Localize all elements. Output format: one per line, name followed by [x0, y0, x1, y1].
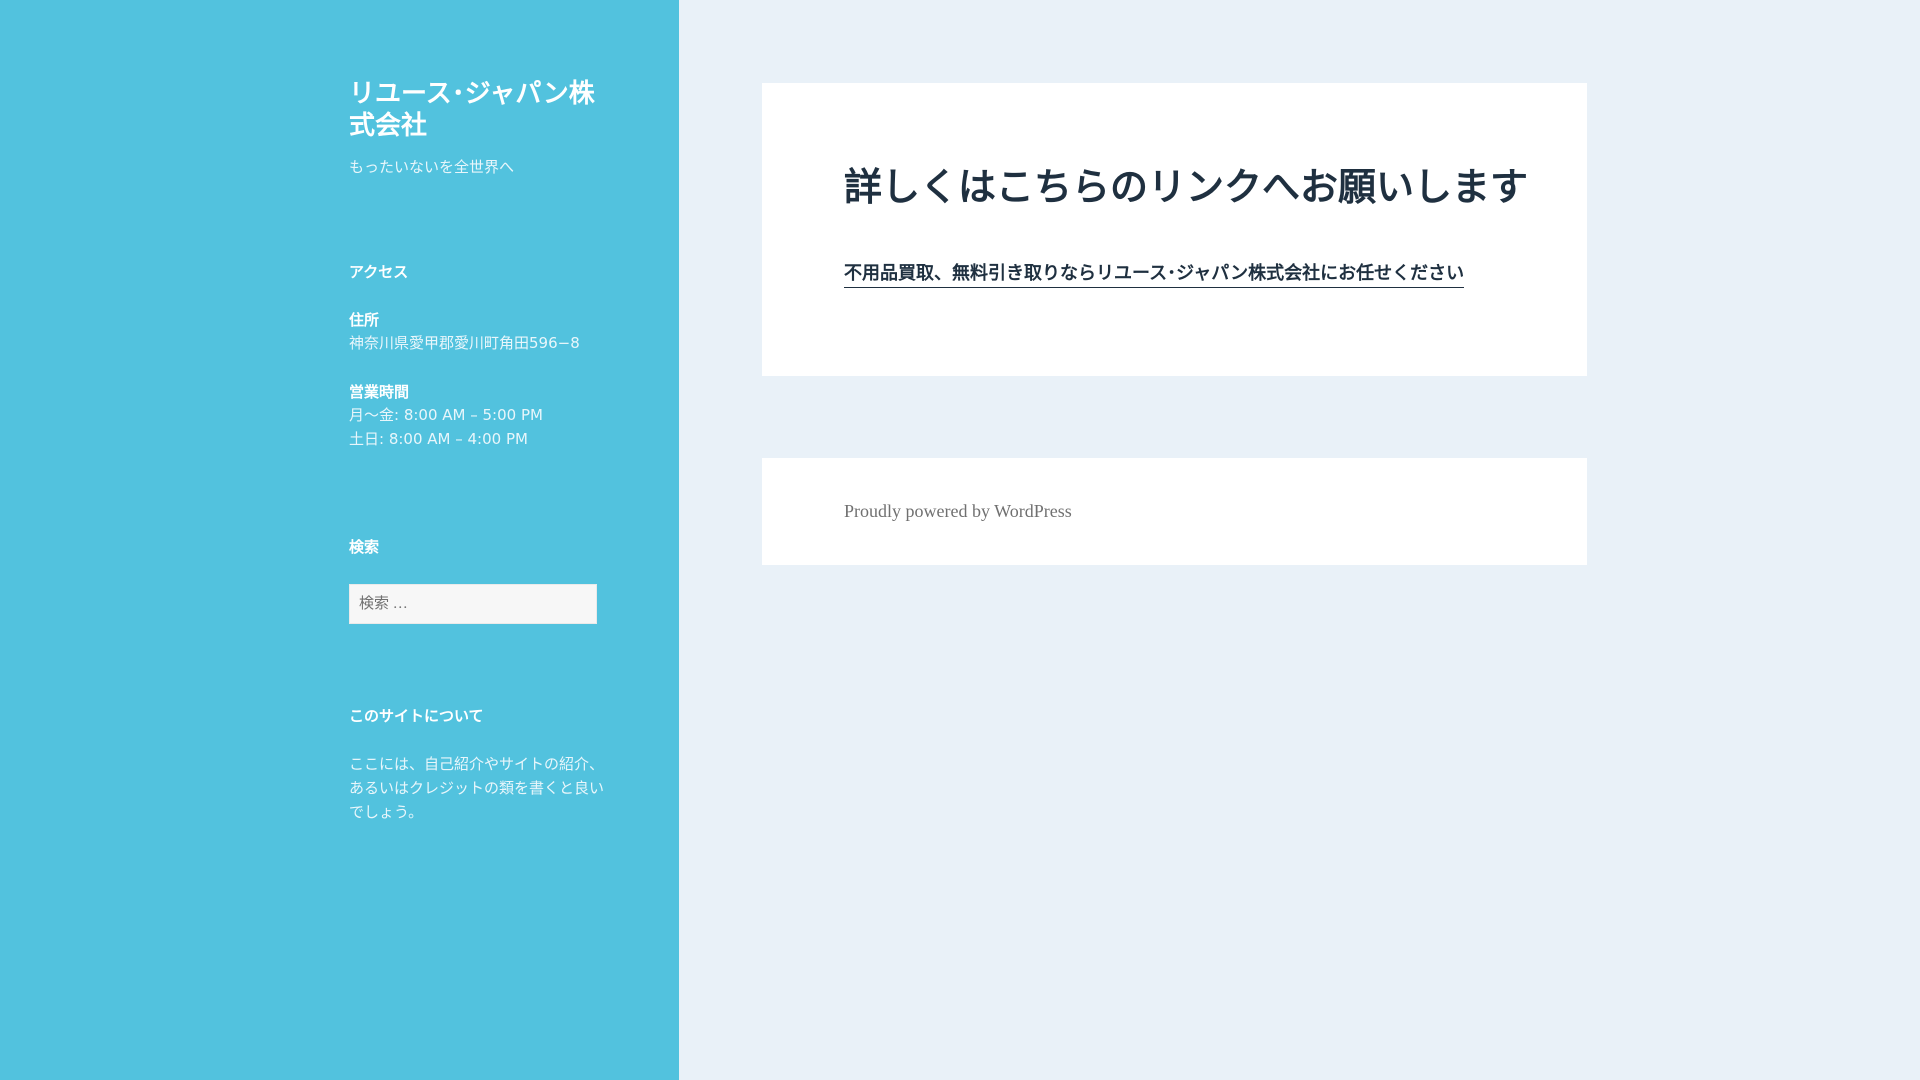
- hours-weekday: 月〜金: 8:00 AM – 5:00 PM: [349, 406, 543, 424]
- powered-by-link[interactable]: Proudly powered by WordPress: [844, 499, 1072, 523]
- site-description: もったいないを全世界へ: [349, 158, 515, 176]
- access-widget-title: アクセス: [349, 263, 409, 281]
- about-text: ここには、自己紹介やサイトの紹介、 あるいはクレジットの類を書くと良い でしょう…: [349, 752, 605, 824]
- site-footer: Proudly powered by WordPress: [762, 458, 1587, 565]
- hours-label: 営業時間: [349, 383, 410, 401]
- about-text-line: ここには、自己紹介やサイトの紹介、: [349, 755, 605, 773]
- about-text-line: でしょう。: [349, 803, 424, 821]
- search-input[interactable]: [349, 584, 597, 624]
- post-link[interactable]: 不用品買取、無料引き取りならリユース･ジャパン株式会社にお任せください: [844, 261, 1465, 288]
- sidebar: リユース･ジャパン株式会社 もったいないを全世界へ アクセス 住所 神奈川県愛甲…: [0, 0, 679, 1080]
- post-title: 詳しくはこちらのリンクへお願いします: [844, 165, 1529, 209]
- hours-weekend: 土日: 8:00 AM – 4:00 PM: [349, 430, 528, 448]
- about-widget-title: このサイトについて: [349, 707, 484, 725]
- about-text-line: あるいはクレジットの類を書くと良い: [349, 779, 605, 797]
- post-card: 詳しくはこちらのリンクへお願いします 不用品買取、無料引き取りならリユース･ジャ…: [762, 83, 1587, 376]
- address-label: 住所: [349, 311, 380, 329]
- address-value: 神奈川県愛甲郡愛川町角田596−8: [349, 334, 580, 352]
- site-title[interactable]: リユース･ジャパン株式会社: [349, 78, 597, 142]
- search-widget-title: 検索: [349, 538, 380, 556]
